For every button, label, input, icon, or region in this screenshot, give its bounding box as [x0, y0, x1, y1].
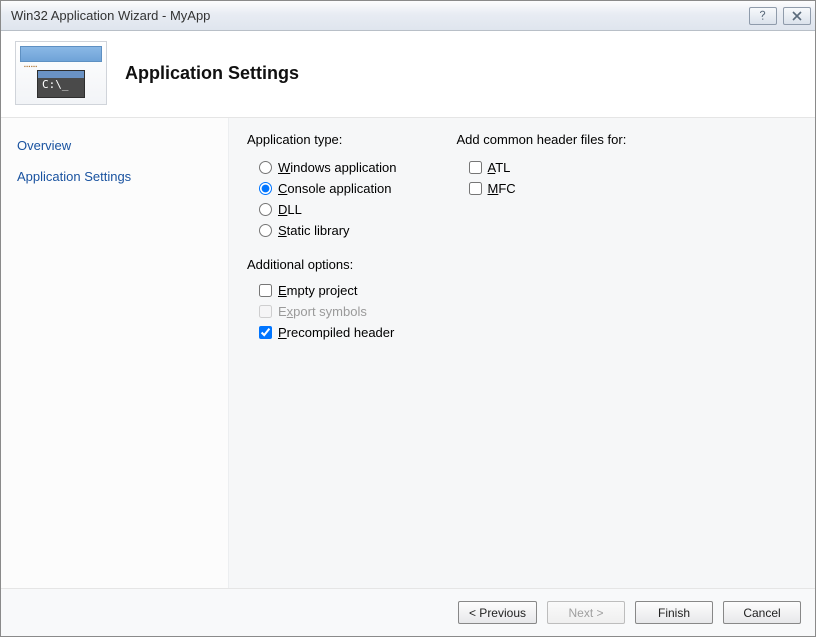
header: ▪▪▪▪▪▪ C:\_ Application Settings: [1, 31, 815, 118]
right-column: Add common header files for: ATL MFC: [457, 132, 627, 199]
next-button: Next >: [547, 601, 625, 624]
radio-dll[interactable]: DLL: [247, 199, 397, 220]
radio-console-application[interactable]: Console application: [247, 178, 397, 199]
radio-console-application-label: Console application: [278, 181, 391, 196]
radio-windows-application-label: Windows application: [278, 160, 397, 175]
titlebar: Win32 Application Wizard - MyApp: [1, 1, 815, 31]
previous-button[interactable]: < Previous: [458, 601, 537, 624]
check-empty-project[interactable]: Empty project: [247, 280, 397, 301]
radio-static-library-label: Static library: [278, 223, 350, 238]
left-column: Application type: Windows application Co…: [247, 132, 397, 343]
check-mfc-label: MFC: [488, 181, 516, 196]
close-icon: [792, 11, 802, 21]
check-export-symbols-label: Export symbols: [278, 304, 367, 319]
check-export-symbols-input: [259, 305, 272, 318]
radio-dll-input[interactable]: [259, 203, 272, 216]
radio-windows-application-input[interactable]: [259, 161, 272, 174]
header-files-label: Add common header files for:: [457, 132, 627, 147]
radio-static-library-input[interactable]: [259, 224, 272, 237]
check-mfc[interactable]: MFC: [457, 178, 627, 199]
help-button[interactable]: [749, 7, 777, 25]
sidebar-item-application-settings[interactable]: Application Settings: [15, 165, 214, 188]
check-precompiled-header-label: Precompiled header: [278, 325, 394, 340]
body: Overview Application Settings Applicatio…: [1, 118, 815, 588]
check-empty-project-input[interactable]: [259, 284, 272, 297]
footer: < Previous Next > Finish Cancel: [1, 588, 815, 636]
additional-options-label: Additional options:: [247, 257, 397, 272]
sidebar: Overview Application Settings: [1, 118, 229, 588]
check-empty-project-label: Empty project: [278, 283, 357, 298]
sidebar-item-overview[interactable]: Overview: [15, 134, 214, 157]
check-atl[interactable]: ATL: [457, 157, 627, 178]
check-export-symbols: Export symbols: [247, 301, 397, 322]
close-button[interactable]: [783, 7, 811, 25]
radio-static-library[interactable]: Static library: [247, 220, 397, 241]
console-icon: C:\_: [37, 70, 85, 98]
radio-windows-application[interactable]: Windows application: [247, 157, 397, 178]
cancel-button[interactable]: Cancel: [723, 601, 801, 624]
check-atl-input[interactable]: [469, 161, 482, 174]
radio-console-application-input[interactable]: [259, 182, 272, 195]
check-atl-label: ATL: [488, 160, 511, 175]
wizard-banner-icon: ▪▪▪▪▪▪ C:\_: [15, 41, 107, 105]
content: Application type: Windows application Co…: [229, 118, 815, 588]
check-mfc-input[interactable]: [469, 182, 482, 195]
help-icon: [758, 10, 768, 22]
window-title: Win32 Application Wizard - MyApp: [11, 8, 210, 23]
check-precompiled-header[interactable]: Precompiled header: [247, 322, 397, 343]
finish-button[interactable]: Finish: [635, 601, 713, 624]
wizard-window: Win32 Application Wizard - MyApp ▪▪▪▪▪▪ …: [0, 0, 816, 637]
radio-dll-label: DLL: [278, 202, 302, 217]
app-type-label: Application type:: [247, 132, 397, 147]
page-title: Application Settings: [125, 63, 299, 84]
check-precompiled-header-input[interactable]: [259, 326, 272, 339]
